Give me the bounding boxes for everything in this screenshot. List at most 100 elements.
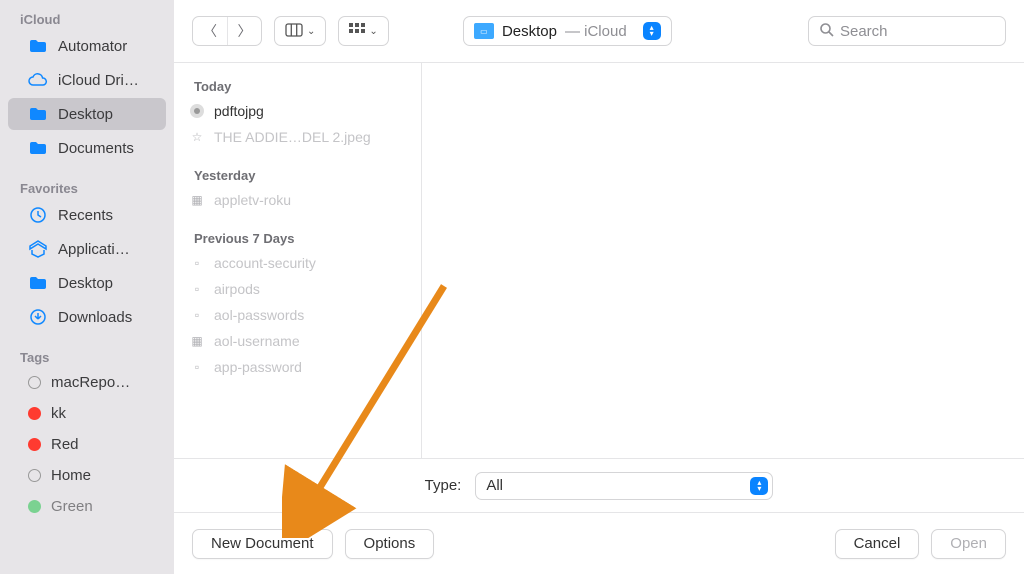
folder-icon <box>28 36 48 56</box>
type-value: All <box>486 477 503 494</box>
sidebar-tag-macrepo[interactable]: macRepo… <box>8 368 166 397</box>
sidebar-item-label: Documents <box>58 140 134 157</box>
sidebar-item-label: Applicati… <box>58 241 130 258</box>
toolbar: 〈 〉 ⌄ ⌄ ▭ Desktop — iCloud ▴▾ <box>174 0 1024 62</box>
file-name: aol-username <box>214 333 300 349</box>
sidebar-item-downloads[interactable]: Downloads <box>8 301 166 333</box>
sidebar-item-label: Desktop <box>58 106 113 123</box>
search-field[interactable]: Search <box>808 16 1006 46</box>
folder-icon: ▭ <box>474 23 494 39</box>
group-header: Today <box>174 71 421 98</box>
sidebar-item-documents[interactable]: Documents <box>8 132 166 164</box>
folder-icon <box>28 104 48 124</box>
sidebar-tag-green[interactable]: Green <box>8 492 166 521</box>
grid-icon <box>349 23 365 40</box>
file-name: appletv-roku <box>214 192 291 208</box>
sidebar-item-label: Red <box>51 436 79 453</box>
folder-icon <box>28 273 48 293</box>
sidebar-item-label: Automator <box>58 38 127 55</box>
folder-icon <box>28 138 48 158</box>
download-icon <box>28 307 48 327</box>
sidebar-item-desktop[interactable]: Desktop <box>8 98 166 130</box>
sidebar-item-label: Desktop <box>58 275 113 292</box>
tag-icon <box>28 407 41 420</box>
search-icon <box>819 22 834 41</box>
sidebar-tag-kk[interactable]: kk <box>8 399 166 428</box>
file-name: app-password <box>214 359 302 375</box>
path-suffix: — iCloud <box>565 23 627 40</box>
file-name: account-security <box>214 255 316 271</box>
sidebar-item-label: macRepo… <box>51 374 130 391</box>
chevron-down-icon: ⌄ <box>307 26 315 37</box>
updown-icon: ▴▾ <box>643 22 661 40</box>
sidebar-item-applications[interactable]: Applicati… <box>8 233 166 265</box>
sidebar-item-automator[interactable]: Automator <box>8 30 166 62</box>
apps-icon <box>28 239 48 259</box>
group-menu[interactable]: ⌄ <box>338 16 388 46</box>
search-placeholder: Search <box>840 23 888 40</box>
options-button[interactable]: Options <box>345 529 435 559</box>
group-button[interactable]: ⌄ <box>339 17 387 45</box>
file-row[interactable]: ▫ app-password <box>174 354 421 380</box>
sidebar-item-label: Recents <box>58 207 113 224</box>
forward-button[interactable]: 〉 <box>227 17 261 45</box>
file-row[interactable]: ▦ aol-username <box>174 328 421 354</box>
content: Today pdftojpg ☆ THE ADDIE…DEL 2.jpeg Ye… <box>174 62 1024 458</box>
new-document-button[interactable]: New Document <box>192 529 333 559</box>
columns-icon <box>285 23 303 40</box>
tag-icon <box>28 376 41 389</box>
image-icon: ▦ <box>188 332 206 350</box>
columns-view-button[interactable]: ⌄ <box>275 17 325 45</box>
image-icon: ▫ <box>188 280 206 298</box>
path-name: Desktop <box>502 23 557 40</box>
tag-icon <box>28 438 41 451</box>
type-popup[interactable]: All ▴▾ <box>475 472 773 500</box>
sidebar-item-label: kk <box>51 405 66 422</box>
tag-icon <box>28 469 41 482</box>
image-icon: ▫ <box>188 306 206 324</box>
file-row[interactable]: ▦ appletv-roku <box>174 187 421 213</box>
chevron-left-icon: 〈 <box>203 21 217 41</box>
view-mode-columns[interactable]: ⌄ <box>274 16 326 46</box>
file-row[interactable]: ☆ THE ADDIE…DEL 2.jpeg <box>174 124 421 150</box>
sidebar-tag-home[interactable]: Home <box>8 461 166 490</box>
group-header: Yesterday <box>174 160 421 187</box>
sidebar-item-label: iCloud Dri… <box>58 72 139 89</box>
tag-icon <box>28 500 41 513</box>
image-icon: ▫ <box>188 254 206 272</box>
back-button[interactable]: 〈 <box>193 17 227 45</box>
chevron-right-icon: 〉 <box>238 21 252 41</box>
sidebar-item-recents[interactable]: Recents <box>8 199 166 231</box>
image-icon: ▫ <box>188 358 206 376</box>
file-name: aol-passwords <box>214 307 304 323</box>
sidebar-item-label: Green <box>51 498 93 515</box>
file-row[interactable]: ▫ aol-passwords <box>174 302 421 328</box>
sidebar-item-desktop-fav[interactable]: Desktop <box>8 267 166 299</box>
sidebar: iCloud Automator iCloud Dri… Desktop Doc… <box>0 0 174 574</box>
file-list[interactable]: Today pdftojpg ☆ THE ADDIE…DEL 2.jpeg Ye… <box>174 63 422 458</box>
sidebar-item-label: Downloads <box>58 309 132 326</box>
cloud-icon <box>28 70 48 90</box>
chevron-down-icon: ⌄ <box>369 26 377 37</box>
clock-icon <box>28 205 48 225</box>
automator-icon <box>188 102 206 120</box>
sidebar-section-favorites: Favorites <box>0 177 174 198</box>
file-row[interactable]: pdftojpg <box>174 98 421 124</box>
path-dropdown[interactable]: ▭ Desktop — iCloud ▴▾ <box>463 16 672 46</box>
cancel-button[interactable]: Cancel <box>835 529 920 559</box>
preview-pane <box>422 63 1024 458</box>
group-header: Previous 7 Days <box>174 223 421 250</box>
type-label: Type: <box>425 477 462 494</box>
sidebar-item-label: Home <box>51 467 91 484</box>
open-button[interactable]: Open <box>931 529 1006 559</box>
nav-buttons: 〈 〉 <box>192 16 262 46</box>
sidebar-item-icloud-drive[interactable]: iCloud Dri… <box>8 64 166 96</box>
sidebar-tag-red[interactable]: Red <box>8 430 166 459</box>
file-name: THE ADDIE…DEL 2.jpeg <box>214 129 371 145</box>
sidebar-section-tags: Tags <box>0 346 174 367</box>
file-row[interactable]: ▫ airpods <box>174 276 421 302</box>
image-icon: ▦ <box>188 191 206 209</box>
file-name: pdftojpg <box>214 103 264 119</box>
file-name: airpods <box>214 281 260 297</box>
file-row[interactable]: ▫ account-security <box>174 250 421 276</box>
